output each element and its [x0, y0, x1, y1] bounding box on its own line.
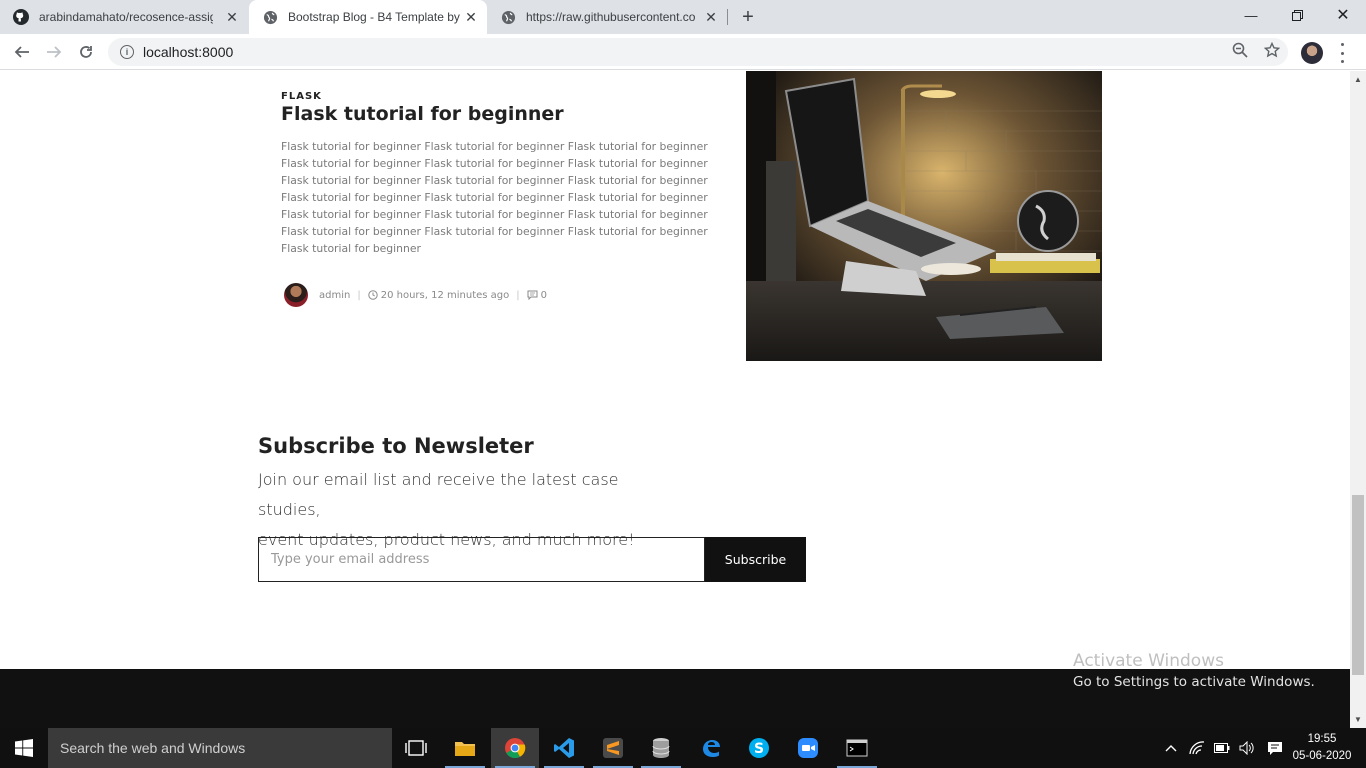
tab-bootstrap-blog[interactable]: Bootstrap Blog - B4 Template by ✕ — [249, 0, 487, 34]
post-meta: admin | 20 hours, 12 minutes ago | 0 — [284, 280, 547, 310]
close-icon[interactable]: ✕ — [224, 9, 240, 25]
tab-strip: arabindamahato/recosence-assig ✕ Bootstr… — [0, 0, 1366, 34]
close-window-button[interactable]: ✕ — [1320, 0, 1366, 30]
clock-time: 19:55 — [1307, 733, 1337, 745]
post-title[interactable]: Flask tutorial for beginner — [281, 103, 564, 125]
post-excerpt: Flask tutorial for beginner Flask tutori… — [281, 140, 708, 255]
close-icon[interactable]: ✕ — [463, 9, 479, 25]
system-tray — [1165, 728, 1283, 768]
scroll-up-arrow-icon[interactable]: ▲ — [1354, 75, 1362, 84]
vscode-icon[interactable] — [540, 728, 588, 768]
subscribe-button[interactable]: Subscribe — [705, 537, 806, 582]
sublime-text-icon[interactable] — [589, 728, 637, 768]
page-scrollbar[interactable]: ▲ ▼ — [1350, 71, 1366, 728]
divider: | — [516, 289, 520, 301]
scrollbar-thumb[interactable] — [1352, 495, 1364, 675]
arrow-left-icon — [14, 46, 29, 58]
newsletter-description-line: Join our email list and receive the late… — [258, 470, 619, 519]
windows-logo-icon — [15, 739, 33, 757]
scroll-down-arrow-icon[interactable]: ▼ — [1354, 715, 1362, 724]
start-button[interactable] — [0, 728, 48, 768]
subscribe-form: Type your email address Subscribe — [258, 537, 806, 582]
newsletter-title: Subscribe to Newsleter — [258, 434, 534, 458]
tab-title: arabindamahato/recosence-assig — [39, 10, 213, 24]
comment-count[interactable]: 0 — [541, 290, 547, 301]
info-icon[interactable]: i — [120, 45, 134, 59]
chevron-up-icon[interactable] — [1165, 744, 1177, 752]
post-date: 20 hours, 12 minutes ago — [380, 289, 510, 301]
notification-icon[interactable] — [1267, 740, 1283, 756]
task-view-icon[interactable] — [392, 728, 440, 768]
taskbar-search-input[interactable]: Search the web and Windows — [48, 728, 392, 768]
file-explorer-icon[interactable] — [441, 728, 489, 768]
tab-github[interactable]: arabindamahato/recosence-assig ✕ — [0, 0, 248, 34]
reload-button[interactable] — [73, 39, 99, 65]
activate-windows-watermark: Activate Windows Go to Settings to activ… — [1073, 651, 1315, 690]
chrome-icon[interactable] — [491, 728, 539, 768]
browser-toolbar: i localhost:8000 — [0, 34, 1366, 70]
back-button[interactable] — [9, 39, 35, 65]
new-tab-button[interactable]: + — [737, 6, 759, 28]
taskbar-clock[interactable]: 19:55 05-06-2020 — [1290, 731, 1354, 765]
clock-icon — [368, 290, 378, 300]
edge-icon[interactable] — [687, 728, 735, 768]
github-icon — [13, 9, 29, 25]
comment-icon — [527, 290, 538, 300]
menu-icon[interactable] — [1337, 43, 1347, 63]
tab-divider — [727, 9, 728, 25]
watermark-subtitle: Go to Settings to activate Windows. — [1073, 674, 1315, 690]
close-icon[interactable]: ✕ — [703, 9, 719, 25]
author-avatar[interactable] — [284, 283, 308, 307]
post-category[interactable]: FLASK — [281, 91, 322, 102]
watermark-title: Activate Windows — [1073, 651, 1224, 671]
database-icon[interactable] — [637, 728, 685, 768]
terminal-icon[interactable] — [833, 728, 881, 768]
zoom-app-icon[interactable] — [784, 728, 832, 768]
arrow-right-icon — [47, 46, 62, 58]
minimize-button[interactable]: — — [1228, 0, 1274, 30]
globe-icon — [262, 9, 278, 25]
post-image[interactable] — [746, 71, 1102, 361]
wifi-icon[interactable] — [1189, 741, 1205, 755]
profile-avatar[interactable] — [1301, 42, 1323, 64]
volume-icon[interactable] — [1239, 741, 1255, 755]
battery-icon[interactable] — [1214, 743, 1230, 753]
tab-title: Bootstrap Blog - B4 Template by — [288, 10, 460, 24]
author-name[interactable]: admin — [319, 290, 350, 301]
divider: | — [357, 289, 361, 301]
email-field[interactable]: Type your email address — [258, 537, 705, 582]
clock-date: 05-06-2020 — [1292, 750, 1352, 762]
globe-icon — [500, 9, 516, 25]
skype-icon[interactable]: S — [735, 728, 783, 768]
zoom-icon[interactable] — [1232, 42, 1248, 63]
restore-button[interactable] — [1274, 0, 1320, 30]
windows-taskbar: Search the web and Windows S 19:55 05-06… — [0, 728, 1366, 768]
address-bar[interactable]: i localhost:8000 — [108, 38, 1288, 66]
bookmark-star-icon[interactable] — [1263, 41, 1281, 63]
page-content: FLASK Flask tutorial for beginner Flask … — [0, 71, 1350, 728]
tab-title: https://raw.githubusercontent.co — [526, 10, 696, 24]
url-text: localhost:8000 — [143, 44, 234, 60]
reload-icon — [80, 46, 92, 58]
tab-raw-github[interactable]: https://raw.githubusercontent.co ✕ — [487, 0, 727, 34]
forward-button[interactable] — [41, 39, 67, 65]
svg-text:S: S — [754, 741, 764, 757]
